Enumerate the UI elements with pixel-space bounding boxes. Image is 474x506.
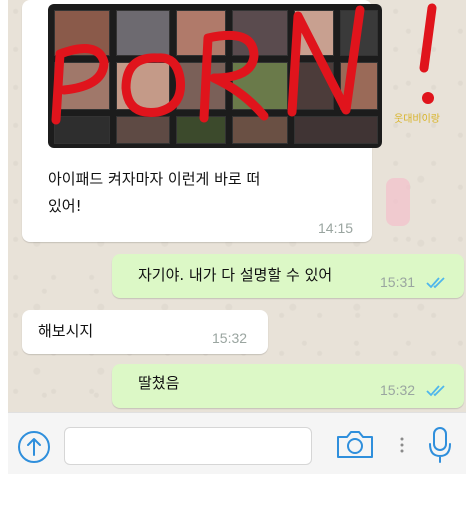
message-input-bar — [8, 412, 466, 474]
message-timestamp: 15:31 — [380, 274, 416, 290]
message-bubble-outgoing[interactable]: 딸쳤음 15:32 — [112, 364, 464, 408]
message-timestamp: 14:15 — [318, 220, 354, 236]
read-receipt-double-check-icon — [426, 385, 445, 397]
upload-arrow-icon[interactable] — [16, 429, 52, 465]
message-timestamp: 15:32 — [380, 382, 416, 398]
read-receipt-double-check-icon — [426, 277, 445, 289]
microphone-icon[interactable] — [426, 425, 454, 465]
watermark-text: 웃대비이랑 — [394, 114, 440, 125]
message-text: 아이패드 켜자마자 이런게 바로 떠 있어! — [48, 166, 260, 220]
message-bubble-outgoing[interactable]: 자기야. 내가 다 설명할 수 있어 15:31 — [112, 254, 464, 298]
message-timestamp: 15:32 — [212, 330, 248, 346]
message-text: 해보시지 — [38, 322, 94, 340]
chat-area[interactable]: 아이패드 켜자마자 이런게 바로 떠 있어! 14:15 웃대비이랑 자기야. … — [8, 0, 466, 412]
message-text-line: 아이패드 켜자마자 이런게 바로 떠 — [48, 170, 261, 188]
message-text: 딸쳤음 — [138, 374, 180, 392]
blurred-decoration — [386, 178, 410, 226]
message-bubble-incoming[interactable]: 해보시지 15:32 — [22, 310, 268, 354]
message-text: 자기야. 내가 다 설명할 수 있어 — [138, 266, 333, 284]
message-text-line: 있어! — [48, 197, 82, 215]
more-dots-icon[interactable] — [400, 437, 404, 453]
camera-icon[interactable] — [334, 427, 376, 461]
message-text-field[interactable] — [64, 427, 312, 465]
